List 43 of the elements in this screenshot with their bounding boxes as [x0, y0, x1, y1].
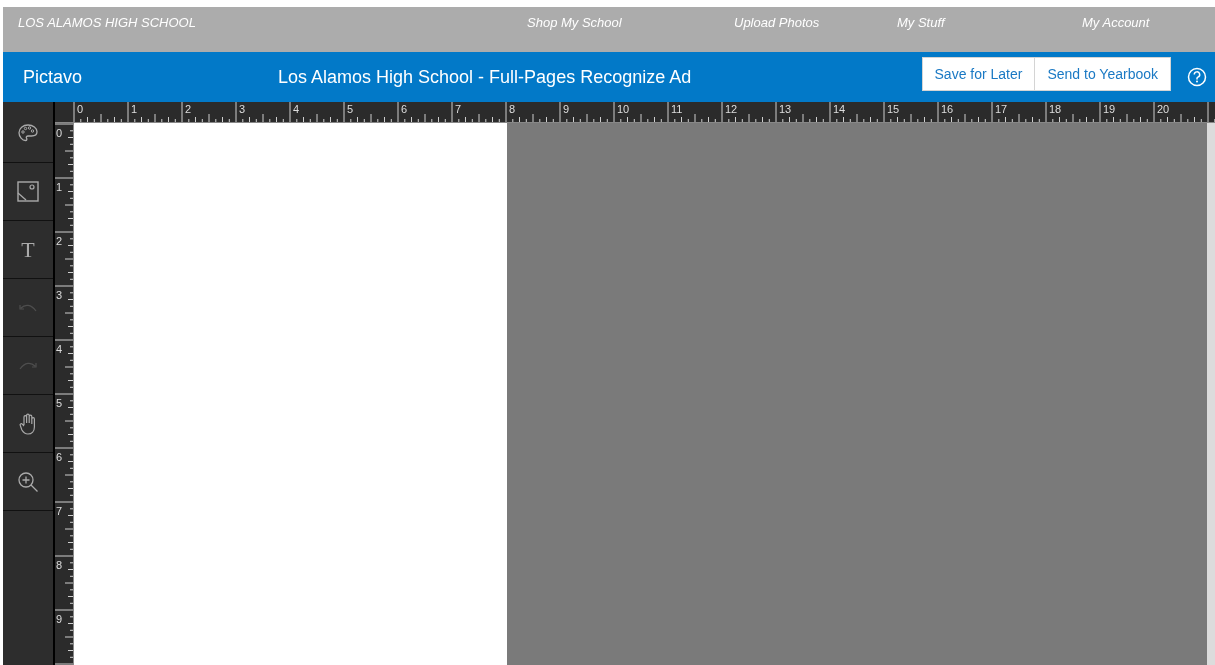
ruler-number: 5 [347, 103, 354, 115]
ruler-number: 4 [56, 343, 63, 355]
ruler-number: 14 [833, 103, 846, 115]
ruler-number: 3 [56, 289, 63, 301]
header-button[interactable]: Save for Later [921, 56, 1036, 91]
project-title: Los Alamos High School - Full-Pages Recognize Ad [278, 66, 692, 88]
scrollbar[interactable] [1207, 123, 1215, 665]
nav-link[interactable]: Shop My School [527, 15, 622, 30]
ruler-number: 5 [56, 397, 63, 409]
nav-link[interactable]: My Account [1082, 15, 1150, 30]
tool-button[interactable]: T [3, 221, 53, 279]
ruler-number: 2 [56, 235, 63, 247]
header-button[interactable]: Send to Yearbook [1035, 56, 1171, 91]
ruler-number: 0 [77, 103, 84, 115]
ruler-number: 15 [887, 103, 900, 115]
ruler-number: 13 [779, 103, 792, 115]
ruler-number: 6 [401, 103, 408, 115]
ruler-number: 1 [131, 103, 138, 115]
ruler-number: 7 [56, 505, 63, 517]
ruler-number: 9 [563, 103, 570, 115]
ruler-number: 11 [671, 103, 683, 115]
ruler-number: 2 [185, 103, 192, 115]
ruler-number: 3 [239, 103, 246, 115]
ruler-number: 17 [995, 103, 1008, 115]
ruler-number: 9 [56, 613, 63, 625]
ruler-number: 0 [56, 127, 63, 139]
ruler-number: 8 [509, 103, 516, 115]
ruler-number: 8 [56, 559, 63, 571]
nav-link[interactable]: My Stuff [897, 15, 945, 30]
ruler-number: 18 [1049, 103, 1062, 115]
nav-link[interactable]: Upload Photos [734, 15, 820, 30]
ruler-number: 12 [725, 103, 738, 115]
ruler-number: 16 [941, 103, 954, 115]
ruler-number: 7 [455, 103, 462, 115]
ruler-number: 6 [56, 451, 63, 463]
help-icon[interactable] [1187, 67, 1207, 87]
brand-name: Pictavo [23, 66, 84, 88]
ruler-number: 19 [1103, 103, 1116, 115]
school-name: LOS ALAMOS HIGH SCHOOL [18, 15, 197, 30]
ruler-number: 1 [56, 181, 63, 193]
ruler-number: 10 [617, 103, 630, 115]
ruler-number: 20 [1157, 103, 1170, 115]
ruler-number: 4 [293, 103, 300, 115]
